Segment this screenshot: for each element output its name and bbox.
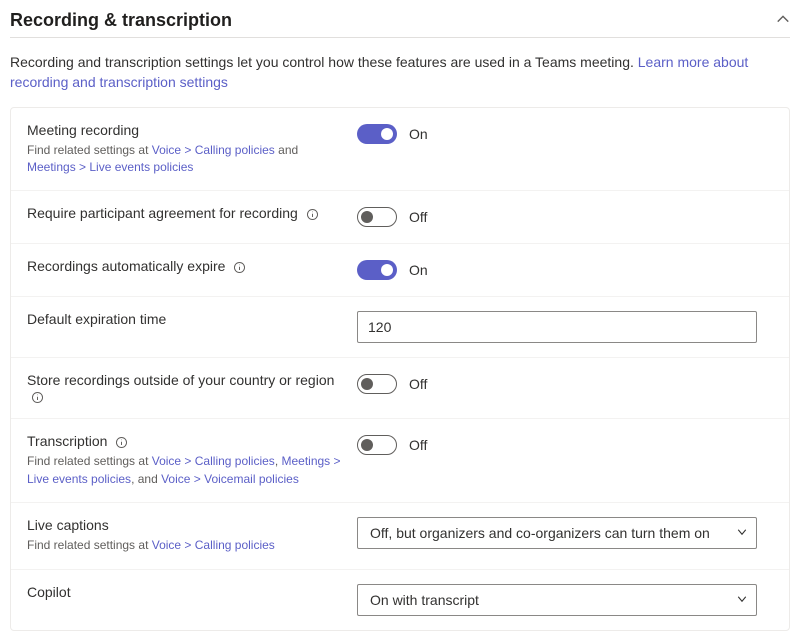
voice-calling-policies-link[interactable]: Voice > Calling policies bbox=[152, 538, 275, 552]
section-header[interactable]: Recording & transcription bbox=[10, 0, 790, 38]
row-live-captions: Live captions Find related settings at V… bbox=[11, 503, 789, 569]
auto-expire-toggle[interactable] bbox=[357, 260, 397, 280]
transcription-label: Transcription bbox=[27, 433, 107, 449]
meeting-recording-state: On bbox=[409, 126, 428, 142]
participant-agreement-state: Off bbox=[409, 209, 427, 225]
store-outside-toggle[interactable] bbox=[357, 374, 397, 394]
participant-agreement-label: Require participant agreement for record… bbox=[27, 205, 298, 221]
voice-voicemail-policies-link[interactable]: Voice > Voicemail policies bbox=[161, 472, 299, 486]
row-meeting-recording: Meeting recording Find related settings … bbox=[11, 108, 789, 192]
voice-calling-policies-link[interactable]: Voice > Calling policies bbox=[152, 143, 275, 157]
transcription-toggle[interactable] bbox=[357, 435, 397, 455]
copilot-value: On with transcript bbox=[370, 592, 479, 608]
auto-expire-label: Recordings automatically expire bbox=[27, 258, 225, 274]
info-icon[interactable] bbox=[31, 391, 44, 404]
chevron-down-icon bbox=[736, 592, 748, 608]
live-captions-label: Live captions bbox=[27, 517, 109, 533]
related-prefix: Find related settings at bbox=[27, 143, 152, 157]
info-icon[interactable] bbox=[306, 208, 319, 221]
participant-agreement-toggle[interactable] bbox=[357, 207, 397, 227]
chevron-down-icon bbox=[736, 525, 748, 541]
live-captions-related: Find related settings at Voice > Calling… bbox=[27, 537, 345, 554]
meeting-recording-toggle[interactable] bbox=[357, 124, 397, 144]
transcription-related: Find related settings at Voice > Calling… bbox=[27, 453, 345, 488]
copilot-label: Copilot bbox=[27, 584, 71, 600]
transcription-state: Off bbox=[409, 437, 427, 453]
info-icon[interactable] bbox=[233, 261, 246, 274]
meeting-recording-label: Meeting recording bbox=[27, 122, 139, 138]
row-transcription: Transcription Find related settings at V… bbox=[11, 419, 789, 503]
meeting-recording-related: Find related settings at Voice > Calling… bbox=[27, 142, 345, 177]
row-participant-agreement: Require participant agreement for record… bbox=[11, 191, 789, 244]
settings-card: Meeting recording Find related settings … bbox=[10, 107, 790, 631]
store-outside-label: Store recordings outside of your country… bbox=[27, 372, 334, 388]
row-copilot: Copilot On with transcript bbox=[11, 570, 789, 630]
live-captions-select[interactable]: Off, but organizers and co-organizers ca… bbox=[357, 517, 757, 549]
related-and: , and bbox=[131, 472, 161, 486]
section-description: Recording and transcription settings let… bbox=[10, 38, 790, 107]
store-outside-state: Off bbox=[409, 376, 427, 392]
voice-calling-policies-link[interactable]: Voice > Calling policies bbox=[152, 454, 275, 468]
meetings-live-events-link[interactable]: Meetings > Live events policies bbox=[27, 160, 193, 174]
default-expiration-label: Default expiration time bbox=[27, 311, 166, 327]
live-captions-value: Off, but organizers and co-organizers ca… bbox=[370, 525, 710, 541]
section-title: Recording & transcription bbox=[10, 10, 232, 31]
related-and: and bbox=[275, 143, 298, 157]
info-icon[interactable] bbox=[115, 436, 128, 449]
auto-expire-state: On bbox=[409, 262, 428, 278]
related-prefix: Find related settings at bbox=[27, 538, 152, 552]
row-store-outside: Store recordings outside of your country… bbox=[11, 358, 789, 419]
chevron-up-icon[interactable] bbox=[776, 12, 790, 29]
copilot-select[interactable]: On with transcript bbox=[357, 584, 757, 616]
default-expiration-input[interactable] bbox=[357, 311, 757, 343]
related-prefix: Find related settings at bbox=[27, 454, 152, 468]
description-text: Recording and transcription settings let… bbox=[10, 54, 638, 70]
row-auto-expire: Recordings automatically expire On bbox=[11, 244, 789, 297]
row-default-expiration: Default expiration time bbox=[11, 297, 789, 358]
